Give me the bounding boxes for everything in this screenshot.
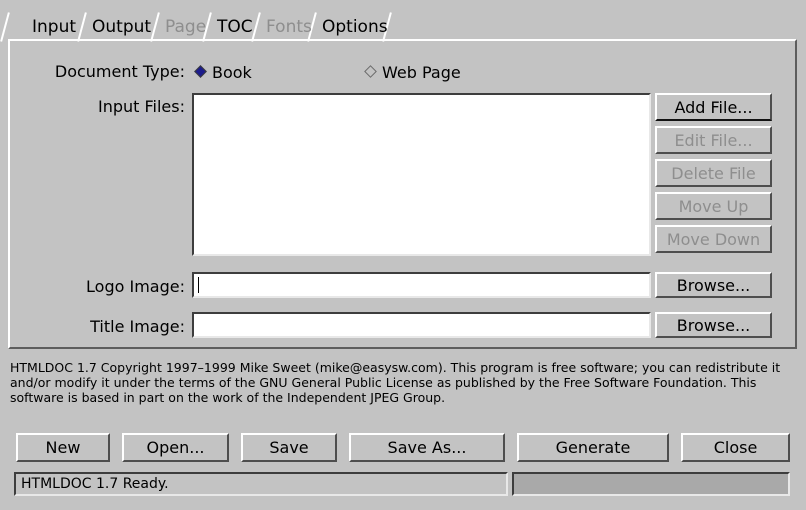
tab-options[interactable]: Options	[318, 14, 392, 40]
save-button[interactable]: Save	[241, 433, 337, 462]
tab-toc[interactable]: TOC	[213, 14, 257, 40]
tab-output-label: Output	[92, 17, 152, 37]
generate-label: Generate	[555, 438, 631, 457]
save-as-label: Save As...	[387, 438, 467, 457]
new-button[interactable]: New	[16, 433, 110, 462]
status-bar: HTMLDOC 1.7 Ready.	[14, 472, 508, 496]
move-down-label: Move Down	[666, 229, 761, 249]
add-file-label: Add File...	[674, 97, 753, 117]
open-label: Open...	[146, 438, 205, 457]
text-caret	[198, 277, 199, 293]
title-image-browse-button[interactable]: Browse...	[655, 312, 772, 338]
tab-fonts-label: Fonts	[266, 17, 312, 37]
radio-document-type-book[interactable]: Book	[194, 62, 252, 82]
save-as-button[interactable]: Save As...	[349, 433, 505, 462]
tab-page-label: Page	[165, 17, 207, 37]
add-file-button[interactable]: Add File...	[655, 93, 772, 121]
new-label: New	[45, 438, 81, 457]
delete-file-label: Delete File	[671, 163, 756, 183]
radio-diamond-icon	[364, 65, 377, 78]
title-browse-label: Browse...	[676, 315, 751, 335]
logo-browse-label: Browse...	[676, 275, 751, 295]
logo-image-label: Logo Image:	[86, 277, 185, 296]
status-message: HTMLDOC 1.7 Ready.	[21, 476, 169, 492]
edit-file-label: Edit File...	[674, 130, 753, 150]
tab-fonts[interactable]: Fonts	[262, 14, 316, 40]
tab-input-label: Input	[32, 17, 77, 37]
logo-image-input[interactable]	[192, 272, 651, 298]
radio-book-label: Book	[212, 63, 252, 82]
move-down-button[interactable]: Move Down	[655, 225, 772, 253]
edit-file-button[interactable]: Edit File...	[655, 126, 772, 154]
save-label: Save	[269, 438, 309, 457]
logo-image-browse-button[interactable]: Browse...	[655, 272, 772, 298]
delete-file-button[interactable]: Delete File	[655, 159, 772, 187]
input-files-list[interactable]	[192, 93, 651, 256]
radio-diamond-icon	[194, 65, 207, 78]
close-button[interactable]: Close	[681, 433, 790, 462]
tab-bar: Input Output Page TOC Fonts Options	[0, 12, 798, 42]
radio-webpage-label: Web Page	[382, 63, 461, 82]
generate-button[interactable]: Generate	[517, 433, 669, 462]
progress-bar	[512, 472, 790, 496]
tab-output[interactable]: Output	[88, 14, 155, 40]
move-up-label: Move Up	[678, 196, 749, 216]
tab-options-label: Options	[322, 17, 388, 37]
close-label: Close	[713, 438, 758, 457]
htmldoc-window: Input Output Page TOC Fonts Options Docu…	[0, 0, 806, 510]
open-button[interactable]: Open...	[122, 433, 229, 462]
input-files-label: Input Files:	[97, 97, 185, 116]
radio-document-type-webpage[interactable]: Web Page	[364, 62, 461, 82]
tab-input[interactable]: Input	[28, 14, 80, 40]
move-up-button[interactable]: Move Up	[655, 192, 772, 220]
title-image-input[interactable]	[192, 312, 651, 338]
copyright-text: HTMLDOC 1.7 Copyright 1997–1999 Mike Swe…	[10, 360, 781, 405]
document-type-label: Document Type:	[54, 62, 185, 81]
tab-toc-label: TOC	[217, 17, 253, 37]
title-image-label: Title Image:	[90, 317, 185, 336]
tab-page[interactable]: Page	[161, 14, 210, 40]
